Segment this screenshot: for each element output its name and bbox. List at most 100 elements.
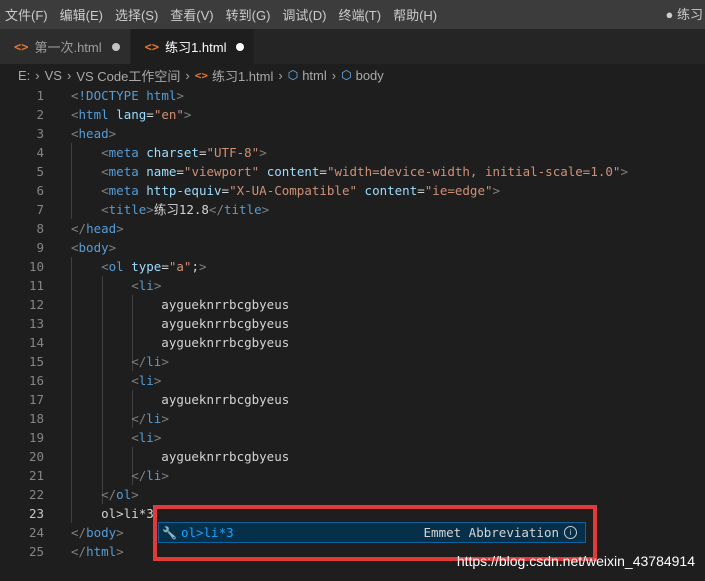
unsaved-dot-icon[interactable] bbox=[111, 42, 120, 51]
menu-item[interactable]: 调试(D) bbox=[275, 5, 333, 24]
line-number: 9 bbox=[36, 240, 44, 255]
line-number: 19 bbox=[28, 430, 44, 445]
watermark: https://blog.csdn.net/weixin_43784914 bbox=[456, 553, 695, 569]
line-number: 5 bbox=[36, 164, 44, 179]
breadcrumb-label: E: bbox=[18, 67, 31, 83]
code-line[interactable]: 2 <html lang="en"> bbox=[0, 105, 705, 124]
menu-item[interactable]: 编辑(E) bbox=[53, 5, 110, 24]
line-number: 3 bbox=[36, 126, 44, 141]
code-text: <meta http-equiv="X-UA-Compatible" conte… bbox=[101, 183, 501, 198]
code-line[interactable]: 11 <li> bbox=[0, 276, 705, 295]
breadcrumb: E: › VS › VS Code工作空间 › <> 练习1.html › ⬡ html › ⬡ body bbox=[0, 64, 705, 86]
tab-active[interactable]: <> 练习1.html bbox=[130, 29, 256, 64]
line-number: 18 bbox=[28, 411, 44, 426]
tab-label: 练习1.html bbox=[165, 40, 227, 55]
line-number: 23 bbox=[28, 506, 44, 521]
code-text: </html> bbox=[71, 544, 124, 559]
code-line[interactable]: 12 aygueknrrbcgbyeus bbox=[0, 295, 705, 314]
code-line[interactable]: 6 <meta http-equiv="X-UA-Compatible" con… bbox=[0, 181, 705, 200]
code-line[interactable]: 19 <li> bbox=[0, 428, 705, 447]
menu-item[interactable]: 查看(V) bbox=[163, 5, 220, 24]
code-line[interactable]: 7 <title>练习12.8</title> bbox=[0, 200, 705, 219]
line-number: 20 bbox=[28, 449, 44, 464]
code-line[interactable]: 10 <ol type="a";> bbox=[0, 257, 705, 276]
suggestion-widget[interactable]: 🔧 ol>li*3 Emmet Abbreviation i bbox=[158, 522, 586, 543]
code-line[interactable]: 22 </ol> bbox=[0, 485, 705, 504]
menu-item[interactable]: 帮助(H) bbox=[386, 5, 444, 24]
code-line[interactable]: 15 </li> bbox=[0, 352, 705, 371]
code-text: aygueknrrbcgbyeus bbox=[71, 335, 290, 350]
menu-item[interactable]: 选择(S) bbox=[108, 5, 165, 24]
code-line[interactable]: 14 aygueknrrbcgbyeus bbox=[0, 333, 705, 352]
menu-bar: 文件(F) 编辑(E) 选择(S) 查看(V) 转到(G) 调试(D) 终端(T) 帮助(H) bbox=[0, 0, 705, 29]
info-icon[interactable]: i bbox=[564, 526, 577, 539]
code-text: <li> bbox=[131, 373, 162, 388]
html-file-icon: <> bbox=[144, 39, 160, 54]
line-number: 7 bbox=[36, 202, 44, 217]
breadcrumb-item[interactable]: VS Code工作空间 bbox=[76, 66, 180, 85]
tab-file[interactable]: <> 第一次.html bbox=[0, 29, 131, 64]
code-line[interactable]: 9 <body> bbox=[0, 238, 705, 257]
html-file-icon: <> bbox=[14, 39, 29, 54]
code-line[interactable]: 4 <meta charset="UTF-8"> bbox=[0, 143, 705, 162]
code-text: <li> bbox=[131, 430, 162, 445]
code-line[interactable]: 8 </head> bbox=[0, 219, 705, 238]
line-number: 17 bbox=[28, 392, 44, 407]
code-text: <ol type="a";> bbox=[101, 259, 207, 274]
code-text: <!DOCTYPE html> bbox=[71, 88, 184, 103]
suggestion-detail: Emmet Abbreviation bbox=[423, 525, 559, 540]
line-number: 16 bbox=[28, 373, 44, 388]
line-number: 4 bbox=[36, 145, 44, 160]
code-line[interactable]: 16 <li> bbox=[0, 371, 705, 390]
code-text: </li> bbox=[131, 354, 169, 369]
code-text: ol>li*3 bbox=[71, 506, 154, 521]
line-number: 10 bbox=[28, 259, 44, 274]
tab-label: 第一次.html bbox=[34, 40, 102, 55]
breadcrumb-item[interactable]: <> 练习1.html bbox=[195, 66, 274, 85]
breadcrumb-label: VS Code工作空间 bbox=[76, 68, 181, 84]
code-text: aygueknrrbcgbyeus bbox=[71, 392, 290, 407]
line-number: 22 bbox=[28, 487, 44, 502]
line-number: 1 bbox=[36, 88, 44, 103]
breadcrumb-item[interactable]: VS bbox=[45, 68, 62, 83]
code-line[interactable]: 1 <!DOCTYPE html> bbox=[0, 86, 705, 105]
code-line[interactable]: 18 </li> bbox=[0, 409, 705, 428]
tab-bar: <> 第一次.html <> 练习1.html bbox=[0, 29, 705, 64]
code-text: <li> bbox=[131, 278, 162, 293]
code-text: <meta charset="UTF-8"> bbox=[101, 145, 267, 160]
breadcrumb-item[interactable]: E: bbox=[18, 68, 30, 83]
line-number: 12 bbox=[28, 297, 44, 312]
line-number: 13 bbox=[28, 316, 44, 331]
html-file-icon: <> bbox=[194, 68, 208, 82]
code-line[interactable]: 20 aygueknrrbcgbyeus bbox=[0, 447, 705, 466]
line-number: 2 bbox=[36, 107, 44, 122]
breadcrumb-item[interactable]: ⬡ html bbox=[288, 68, 327, 83]
code-text: <meta name="viewport" content="width=dev… bbox=[101, 164, 628, 179]
code-line[interactable]: 3 <head> bbox=[0, 124, 705, 143]
code-text: aygueknrrbcgbyeus bbox=[71, 449, 290, 464]
wrench-icon: 🔧 bbox=[162, 525, 177, 540]
code-line[interactable]: 5 <meta name="viewport" content="width=d… bbox=[0, 162, 705, 181]
breadcrumb-label: VS bbox=[44, 67, 62, 83]
code-text: </li> bbox=[131, 468, 169, 483]
breadcrumb-label: html bbox=[302, 67, 327, 83]
unsaved-dot-icon[interactable] bbox=[236, 42, 245, 51]
chevron-right-icon: › bbox=[66, 67, 72, 83]
line-number: 6 bbox=[36, 183, 44, 198]
window-title: ● 练习 bbox=[665, 7, 703, 22]
line-number: 25 bbox=[28, 544, 44, 559]
code-text: </body> bbox=[71, 525, 124, 540]
code-text: </li> bbox=[131, 411, 169, 426]
code-line[interactable]: 17 aygueknrrbcgbyeus bbox=[0, 390, 705, 409]
suggestion-label[interactable]: ol>li*3 bbox=[181, 525, 234, 540]
menu-item[interactable]: 转到(G) bbox=[219, 5, 278, 24]
code-line[interactable]: 13 aygueknrrbcgbyeus bbox=[0, 314, 705, 333]
menu-item[interactable]: 终端(T) bbox=[331, 5, 388, 24]
code-text: </head> bbox=[71, 221, 124, 236]
breadcrumb-label: body bbox=[355, 67, 384, 83]
menu-item[interactable]: 文件(F) bbox=[0, 5, 55, 24]
code-line[interactable]: 21 </li> bbox=[0, 466, 705, 485]
breadcrumb-item[interactable]: ⬡ body bbox=[341, 68, 384, 83]
line-number: 15 bbox=[28, 354, 44, 369]
line-number: 21 bbox=[28, 468, 44, 483]
